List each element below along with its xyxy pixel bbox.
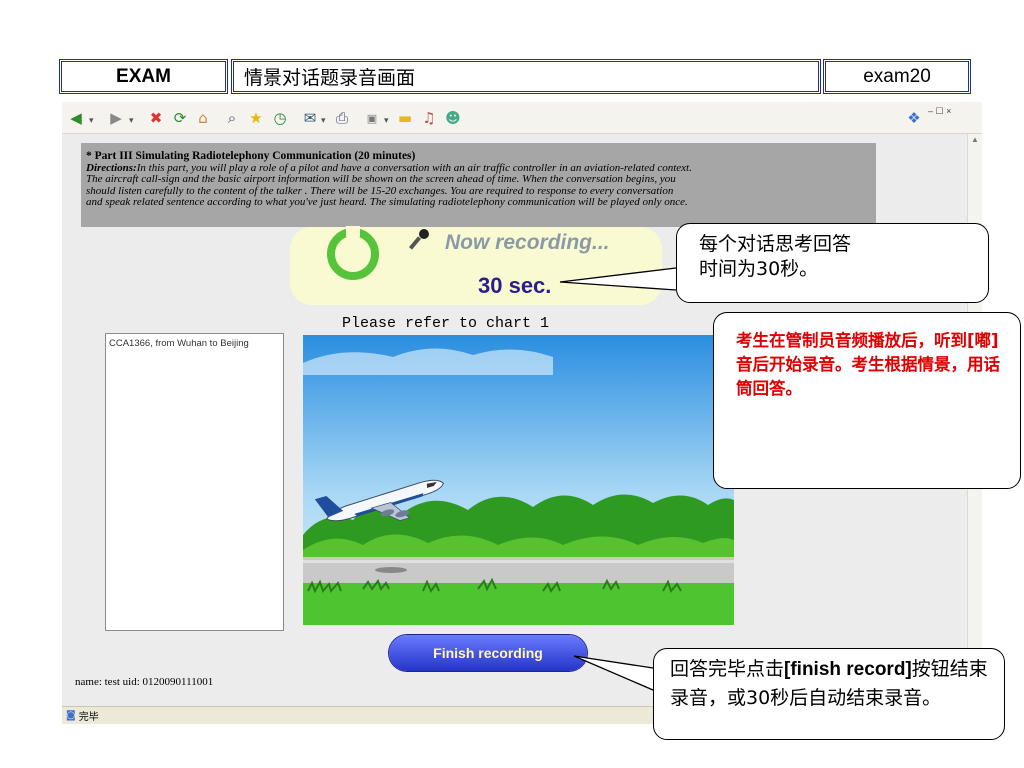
edit-dropdown-icon[interactable]: ▾	[384, 115, 389, 126]
folder-icon[interactable]: ▬	[395, 108, 415, 128]
user-info: name: test uid: 0120090111001	[75, 676, 214, 688]
callout-think-time: 每个对话思考回答 时间为30秒。	[676, 223, 989, 303]
page-title: 情景对话题录音画面	[231, 59, 821, 94]
exam-id: exam20	[823, 59, 971, 94]
instructions-panel: * Part III Simulating Radiotelephony Com…	[81, 143, 876, 227]
messenger-icon[interactable]: ☻	[443, 108, 463, 128]
edit-icon[interactable]: ▣	[362, 108, 382, 128]
recording-timer: 30 sec.	[478, 273, 552, 298]
callout-finish-text-bold: [finish record]	[784, 659, 912, 680]
flight-info-text: CCA1366, from Wuhan to Beijing	[109, 338, 249, 349]
status-text: 完毕	[78, 712, 99, 723]
forward-dropdown-icon[interactable]: ▾	[129, 115, 134, 126]
home-icon[interactable]: ⌂	[193, 108, 213, 128]
mail-dropdown-icon[interactable]: ▾	[321, 115, 326, 126]
history-icon[interactable]: ◷	[270, 108, 290, 128]
media-icon[interactable]: ♫	[419, 108, 439, 128]
instructions-line-2: The aircraft call-sign and the basic air…	[86, 173, 676, 186]
forward-icon[interactable]: ▶	[106, 108, 126, 128]
favorites-icon[interactable]: ★	[246, 108, 266, 128]
callout-finish-text-a: 回答完毕点击	[670, 658, 785, 680]
search-icon[interactable]: ⌕	[222, 108, 242, 128]
instructions-line-3: should listen carefully to the content o…	[86, 184, 674, 197]
windows-logo-icon: ❖	[907, 109, 921, 127]
chart-reference: Please refer to chart 1	[342, 315, 550, 332]
flight-info-box: CCA1366, from Wuhan to Beijing	[105, 333, 284, 631]
browser-toolbar: ◀ ▾ ▶ ▾ ✖ ⟳ ⌂ ⌕ ★ ◷ ✉ ▾ ⎙ ▣ ▾ ▬ ♫ ☻ ❖ – …	[62, 102, 982, 134]
recording-status: Now recording...	[445, 231, 610, 254]
refresh-icon[interactable]: ⟳	[170, 108, 190, 128]
callout-think-time-line-2: 时间为30秒。	[699, 258, 819, 280]
progress-ring-gap	[346, 226, 360, 237]
callout-start-text: 考生在管制员音频播放后，听到[嘟] 音后开始录音。考生根据情景，用话筒回答。	[736, 331, 1000, 398]
window-controls-icon[interactable]: – ☐ ×	[928, 106, 951, 117]
takeoff-scene-image	[303, 335, 734, 625]
stop-icon[interactable]: ✖	[146, 108, 166, 128]
back-icon[interactable]: ◀	[66, 108, 86, 128]
back-dropdown-icon[interactable]: ▾	[89, 115, 94, 126]
exam-label: EXAM	[59, 59, 228, 94]
page-done-icon: ◙	[66, 710, 76, 721]
directions-label: Directions:	[86, 161, 137, 174]
finish-recording-button[interactable]: Finish recording	[389, 635, 587, 671]
print-icon[interactable]: ⎙	[332, 108, 352, 128]
callout-finish-instruction: 回答完毕点击[finish record]按钮结束录音，或30秒后自动结束录音。	[653, 648, 1005, 740]
instructions-line-1: In this part, you will play a role of a …	[136, 161, 692, 174]
scroll-up-icon[interactable]: ▲	[971, 135, 979, 144]
instructions-line-4: and speak related sentence according to …	[86, 196, 688, 209]
callout-think-time-line-1: 每个对话思考回答	[699, 233, 852, 255]
callout-start-instruction: 考生在管制员音频播放后，听到[嘟] 音后开始录音。考生根据情景，用话筒回答。	[713, 312, 1021, 489]
mail-icon[interactable]: ✉	[300, 108, 320, 128]
